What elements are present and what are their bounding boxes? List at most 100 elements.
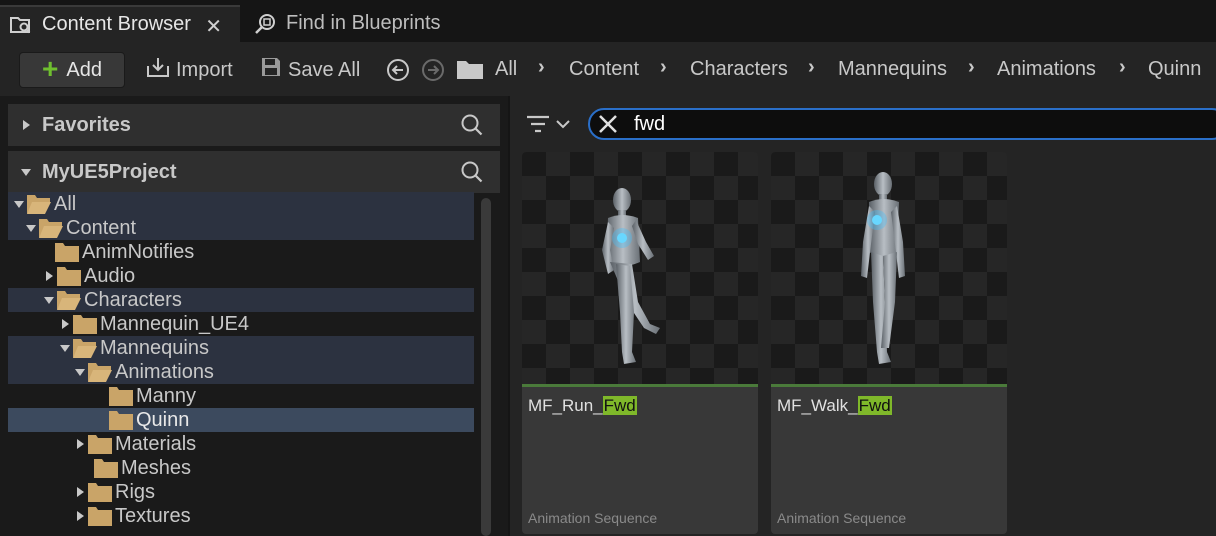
back-arrow-icon[interactable] bbox=[386, 58, 410, 82]
clear-search-icon[interactable] bbox=[598, 114, 618, 134]
breadcrumb-separator-icon[interactable]: › bbox=[808, 56, 815, 79]
tree-item-label: Textures bbox=[115, 504, 191, 527]
tree-item-label: Mannequins bbox=[100, 336, 209, 359]
breadcrumb-content[interactable]: Content bbox=[569, 58, 639, 81]
tree-item-label: Mannequin_UE4 bbox=[100, 312, 249, 335]
asset-type-label: Animation Sequence bbox=[528, 510, 658, 526]
tree-item-audio[interactable]: Audio bbox=[8, 264, 474, 288]
open-folder-icon bbox=[27, 195, 51, 214]
breadcrumb-quinn[interactable]: Quinn bbox=[1148, 58, 1201, 81]
tab-find-in-blueprints[interactable]: Find in Blueprints bbox=[244, 5, 464, 42]
folder-icon bbox=[88, 483, 112, 502]
asset-thumbnail bbox=[771, 152, 1007, 384]
filter-dropdown[interactable] bbox=[526, 110, 578, 138]
search-icon[interactable] bbox=[460, 113, 484, 143]
add-button[interactable]: + Add bbox=[19, 52, 125, 88]
collapse-arrow-icon[interactable] bbox=[20, 166, 32, 178]
breadcrumb-separator-icon[interactable]: › bbox=[968, 56, 975, 79]
tree-item-label: Quinn bbox=[136, 408, 190, 431]
content-browser-icon bbox=[8, 13, 34, 37]
tree-item-animnotifies[interactable]: AnimNotifies bbox=[8, 240, 474, 264]
folder-icon bbox=[88, 435, 112, 454]
sources-panel: Favorites MyUE5Project All Content AnimN… bbox=[0, 96, 508, 536]
collapse-arrow-icon[interactable] bbox=[12, 197, 26, 211]
tree-item-label: Manny bbox=[136, 384, 197, 407]
tree-item-animations[interactable]: Animations bbox=[8, 360, 474, 384]
tree-item-meshes[interactable]: Meshes bbox=[8, 456, 474, 480]
folder-icon bbox=[73, 315, 97, 334]
find-in-blueprints-icon bbox=[252, 12, 278, 36]
favorites-label: Favorites bbox=[42, 113, 131, 136]
chevron-down-icon bbox=[556, 120, 570, 129]
asset-name: MF_Walk_Fwd bbox=[777, 396, 892, 416]
expand-arrow-icon[interactable] bbox=[73, 509, 87, 523]
tree-item-mannequin-ue4[interactable]: Mannequin_UE4 bbox=[8, 312, 474, 336]
tree-item-label: Content bbox=[66, 216, 137, 239]
tree-item-label: Meshes bbox=[121, 456, 192, 479]
close-tab-icon[interactable]: ✕ bbox=[205, 14, 222, 39]
add-button-label: Add bbox=[66, 58, 102, 81]
open-folder-icon bbox=[88, 363, 112, 382]
open-folder-icon bbox=[73, 339, 97, 358]
import-button[interactable]: Import bbox=[146, 52, 233, 88]
tab-find-in-blueprints-label: Find in Blueprints bbox=[286, 12, 441, 34]
search-icon[interactable] bbox=[460, 160, 484, 190]
asset-name-prefix: MF_Walk_ bbox=[777, 396, 858, 415]
collapse-arrow-icon[interactable] bbox=[42, 293, 56, 307]
breadcrumb-animations[interactable]: Animations bbox=[997, 58, 1096, 81]
tree-item-mannequins[interactable]: Mannequins bbox=[8, 336, 474, 360]
folder-icon bbox=[109, 411, 133, 430]
asset-type-label: Animation Sequence bbox=[777, 510, 907, 526]
breadcrumb-separator-icon[interactable]: › bbox=[660, 56, 667, 79]
expand-arrow-icon[interactable] bbox=[42, 269, 56, 283]
breadcrumb-mannequins[interactable]: Mannequins bbox=[838, 58, 947, 81]
plus-icon: + bbox=[42, 52, 59, 84]
collapse-arrow-icon[interactable] bbox=[73, 365, 87, 379]
tree-item-label: Rigs bbox=[115, 480, 156, 503]
tree-scrollbar[interactable] bbox=[481, 198, 491, 536]
asset-thumbnail bbox=[522, 152, 758, 384]
folder-icon bbox=[456, 58, 484, 82]
search-match-highlight: Fwd bbox=[857, 396, 892, 415]
search-input[interactable]: fwd bbox=[588, 108, 1216, 140]
tree-item-label: Audio bbox=[84, 264, 136, 287]
breadcrumb-characters[interactable]: Characters bbox=[690, 58, 788, 81]
forward-arrow-icon[interactable] bbox=[421, 58, 445, 82]
save-icon bbox=[260, 56, 282, 84]
filter-icon bbox=[527, 115, 549, 133]
toolbar: + Add Import Save All All › Content › Ch… bbox=[0, 42, 1216, 96]
asset-tile-run[interactable]: MF_Run_Fwd Animation Sequence bbox=[522, 152, 758, 534]
folder-icon bbox=[94, 459, 118, 478]
project-label: MyUE5Project bbox=[42, 160, 177, 183]
import-button-label: Import bbox=[176, 58, 233, 81]
tree-item-content[interactable]: Content bbox=[8, 216, 474, 240]
tree-item-all[interactable]: All bbox=[8, 192, 474, 216]
breadcrumb-separator-icon[interactable]: › bbox=[538, 56, 545, 79]
asset-tile-walk[interactable]: MF_Walk_Fwd Animation Sequence bbox=[771, 152, 1007, 534]
expand-arrow-icon[interactable] bbox=[20, 119, 32, 131]
expand-arrow-icon[interactable] bbox=[58, 317, 72, 331]
collapse-arrow-icon[interactable] bbox=[24, 221, 38, 235]
tab-content-browser[interactable]: Content Browser ✕ bbox=[0, 5, 240, 42]
asset-type-color-bar bbox=[771, 384, 1007, 387]
tree-item-manny[interactable]: Manny bbox=[8, 384, 474, 408]
breadcrumb-separator-icon[interactable]: › bbox=[1119, 56, 1126, 79]
breadcrumb-all[interactable]: All bbox=[495, 58, 517, 81]
asset-name-prefix: MF_Run_ bbox=[528, 396, 603, 415]
tree-item-rigs[interactable]: Rigs bbox=[8, 480, 474, 504]
expand-arrow-icon[interactable] bbox=[73, 485, 87, 499]
tree-item-characters[interactable]: Characters bbox=[8, 288, 474, 312]
tree-item-label: AnimNotifies bbox=[82, 240, 195, 263]
tree-item-quinn[interactable]: Quinn bbox=[8, 408, 474, 432]
save-all-button[interactable]: Save All bbox=[260, 52, 360, 88]
favorites-header[interactable]: Favorites bbox=[8, 104, 500, 146]
project-header[interactable]: MyUE5Project bbox=[8, 151, 500, 193]
folder-icon bbox=[88, 507, 112, 526]
expand-arrow-icon[interactable] bbox=[73, 437, 87, 451]
tree-item-materials[interactable]: Materials bbox=[8, 432, 474, 456]
tree-item-label: All bbox=[54, 192, 77, 215]
tree-item-textures[interactable]: Textures bbox=[8, 504, 474, 528]
folder-icon bbox=[109, 387, 133, 406]
collapse-arrow-icon[interactable] bbox=[58, 341, 72, 355]
search-match-highlight: Fwd bbox=[602, 396, 637, 415]
